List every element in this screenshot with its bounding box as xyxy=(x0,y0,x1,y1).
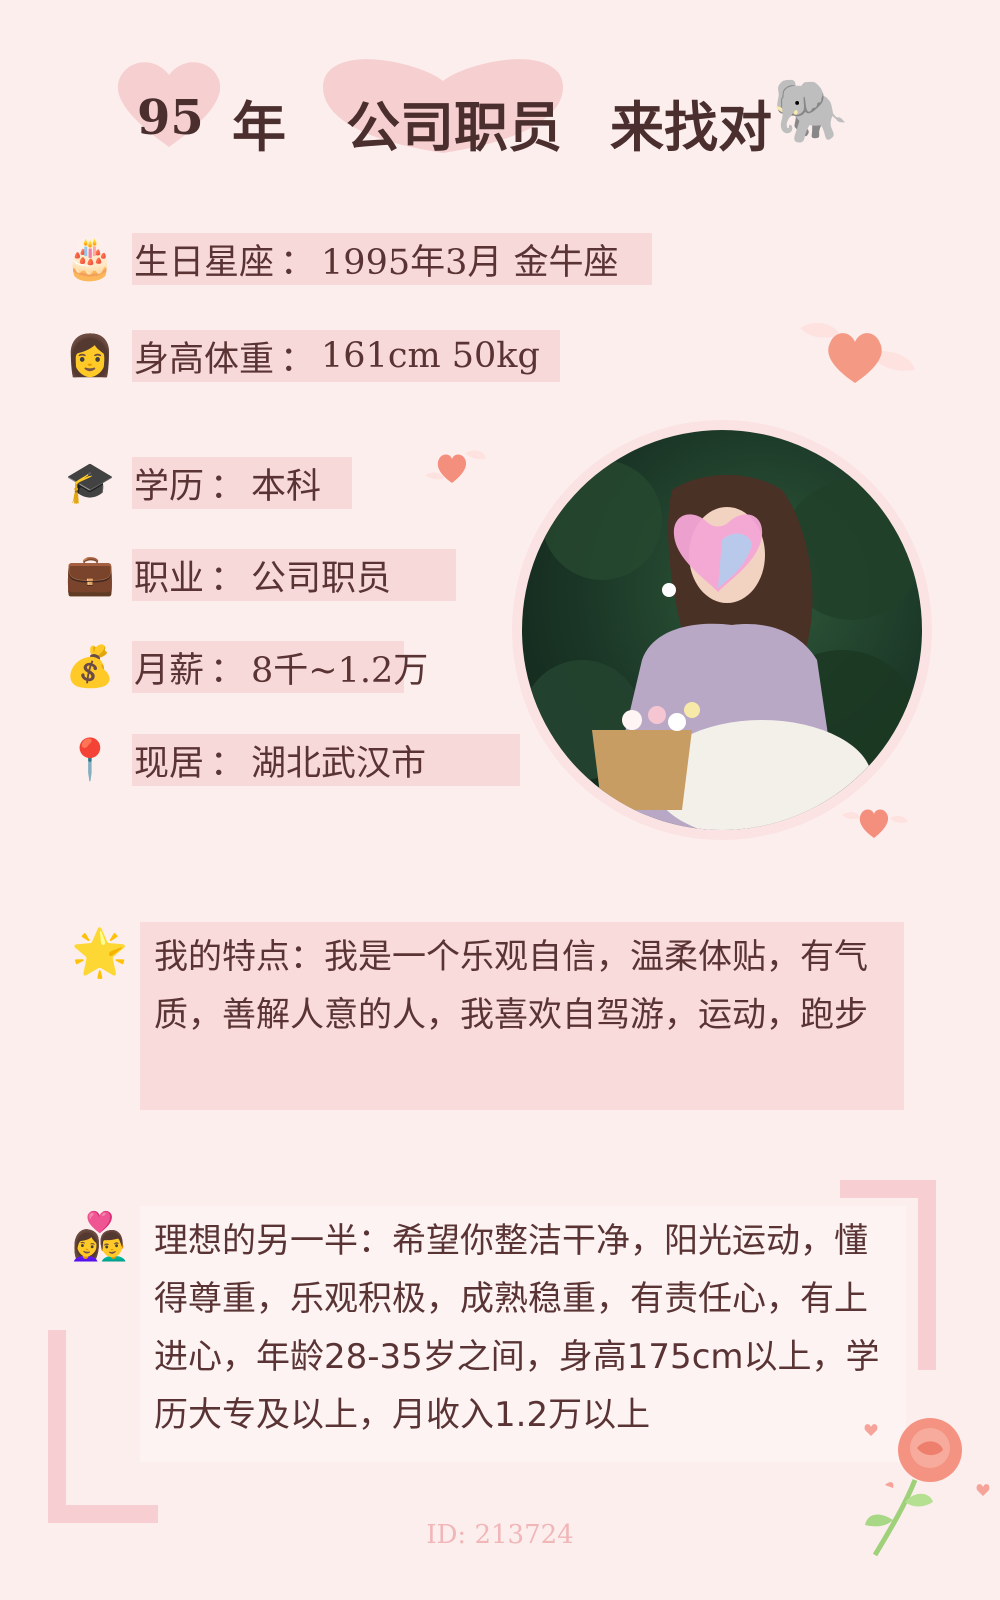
colon: ： xyxy=(210,650,246,691)
money-bag-icon: 💰 xyxy=(65,644,115,690)
birthday-cake-icon: 🎂 xyxy=(65,236,115,282)
traits-box: 我的特点：我是一个乐观自信，温柔体贴，有气质，善解人意的人，我喜欢自驾游，运动，… xyxy=(140,922,904,1110)
info-label: 身高体重 xyxy=(134,339,275,380)
info-row-salary: 💰 月薪 ： 8千~1.2万 xyxy=(60,640,428,694)
location-pin-icon: 📍 xyxy=(65,737,115,783)
info-row-residence: 📍 现居 ： 湖北武汉市 xyxy=(60,733,520,787)
profile-id: ID: 213724 xyxy=(426,1520,574,1550)
info-label: 学历 xyxy=(134,466,205,507)
info-row-occupation: 💼 职业 ： 公司职员 xyxy=(60,548,456,602)
info-label: 职业 xyxy=(134,558,205,599)
info-row-education: 🎓 学历 ： 本科 xyxy=(60,456,352,510)
title-occupation: 公司职员 xyxy=(346,96,562,159)
woman-icon: 👩 xyxy=(65,333,115,379)
info-bar: 职业 ： 公司职员 xyxy=(132,549,456,601)
info-bar: 月薪 ： 8千~1.2万 xyxy=(132,641,428,693)
traits-label: 我的特点 xyxy=(154,937,290,977)
ideal-box: 理想的另一半：希望你整洁干净，阳光运动，懂得尊重，乐观积极，成熟稳重，有责任心，… xyxy=(140,1206,906,1462)
info-value: 8千~1.2万 xyxy=(251,650,429,691)
colon: ： xyxy=(210,558,246,599)
info-row-birthday: 🎂 生日星座 ： 1995年3月 金牛座 xyxy=(60,232,652,286)
info-value: 本科 xyxy=(251,466,322,507)
couple-heart-icon: 👩‍❤️‍👨 xyxy=(71,1209,129,1263)
info-value: 公司职员 xyxy=(251,558,392,599)
info-bar: 学历 ： 本科 xyxy=(132,457,352,509)
title-seeking: 来找对 xyxy=(610,96,772,159)
colon: ： xyxy=(280,339,316,380)
title-year: 年 xyxy=(232,96,286,159)
profile-photo xyxy=(522,430,922,830)
colon: ： xyxy=(210,466,246,507)
elephant-icon: 🐘 xyxy=(772,74,850,147)
winged-heart-icon xyxy=(790,308,920,392)
ideal-label: 理想的另一半 xyxy=(154,1221,358,1261)
page-title: 95 年 公司职员 来找对 🐘 xyxy=(0,59,1000,180)
winged-heart-icon xyxy=(420,445,490,494)
info-bar: 现居 ： 湖北武汉市 xyxy=(132,734,520,786)
info-label: 现居 xyxy=(134,743,205,784)
traits-section: 🌟 我的特点：我是一个乐观自信，温柔体贴，有气质，善解人意的人，我喜欢自驾游，运… xyxy=(60,922,904,1110)
colon: ： xyxy=(358,1221,392,1261)
info-bar: 身高体重 ： 161cm 50kg xyxy=(132,330,560,382)
profile-photo-frame xyxy=(512,420,932,840)
winged-heart-icon xyxy=(840,800,910,849)
briefcase-icon: 💼 xyxy=(65,552,115,598)
frame-corner xyxy=(918,1180,936,1370)
info-bar: 生日星座 ： 1995年3月 金牛座 xyxy=(132,233,652,285)
info-label: 月薪 xyxy=(134,650,205,691)
star-icon: 🌟 xyxy=(71,925,129,979)
info-value: 1995年3月 金牛座 xyxy=(321,242,619,283)
colon: ： xyxy=(280,242,316,283)
graduation-cap-icon: 🎓 xyxy=(65,460,115,506)
colon: ： xyxy=(210,743,246,784)
info-row-height-weight: 👩 身高体重 ： 161cm 50kg xyxy=(60,329,560,383)
colon: ： xyxy=(290,937,324,977)
info-value: 161cm 50kg xyxy=(321,336,540,376)
ideal-partner-section: 👩‍❤️‍👨 理想的另一半：希望你整洁干净，阳光运动，懂得尊重，乐观积极，成熟稳… xyxy=(60,1206,906,1462)
info-label: 生日星座 xyxy=(134,242,275,283)
title-age: 95 xyxy=(137,90,204,146)
info-value: 湖北武汉市 xyxy=(251,743,427,784)
